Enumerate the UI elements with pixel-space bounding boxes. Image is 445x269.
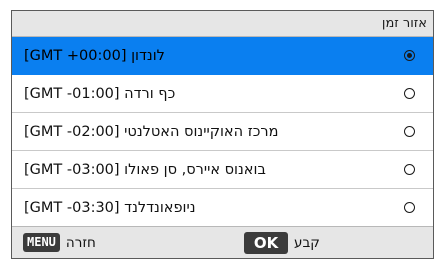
radio-unselected-icon[interactable]: [404, 163, 415, 175]
radio-selected-icon[interactable]: [404, 49, 415, 61]
radio-unselected-icon[interactable]: [404, 125, 415, 137]
time-zone-option-label: בואנוס איירס, סן פאולו [GMT -03:00]: [24, 162, 266, 178]
time-zone-option-buenos-aires[interactable]: בואנוס איירס, סן פאולו [GMT -03:00]: [12, 151, 433, 189]
ok-key-icon: OK: [244, 231, 288, 254]
time-zone-list: לונדון [GMT +00:00] כף ורדה [GMT -01:00]…: [12, 37, 433, 227]
time-zone-option-label: ניופאונדלנד [GMT -03:30]: [24, 200, 196, 216]
back-label: חזרה: [65, 234, 96, 251]
time-zone-dialog: אזור זמן לונדון [GMT +00:00] כף ורדה [GM…: [11, 10, 434, 259]
radio-unselected-icon[interactable]: [404, 201, 415, 213]
dialog-footer: MENU חזרה OK קבע: [12, 226, 433, 258]
set-button[interactable]: OK קבע: [244, 227, 320, 258]
time-zone-option-cape-verde[interactable]: כף ורדה [GMT -01:00]: [12, 75, 433, 113]
back-button[interactable]: MENU חזרה: [23, 227, 96, 258]
set-label: קבע: [294, 234, 320, 251]
time-zone-option-london[interactable]: לונדון [GMT +00:00]: [12, 37, 433, 75]
time-zone-option-label: מרכז האוקיינוס האטלנטי [GMT -02:00]: [24, 124, 279, 140]
time-zone-option-label: לונדון [GMT +00:00]: [24, 48, 165, 64]
dialog-title: אזור זמן: [12, 11, 433, 37]
time-zone-option-mid-atlantic[interactable]: מרכז האוקיינוס האטלנטי [GMT -02:00]: [12, 113, 433, 151]
time-zone-option-newfoundland[interactable]: ניופאונדלנד [GMT -03:30]: [12, 189, 433, 227]
time-zone-option-label: כף ורדה [GMT -01:00]: [24, 86, 176, 102]
menu-key-icon: MENU: [23, 233, 60, 252]
radio-unselected-icon[interactable]: [404, 87, 415, 99]
